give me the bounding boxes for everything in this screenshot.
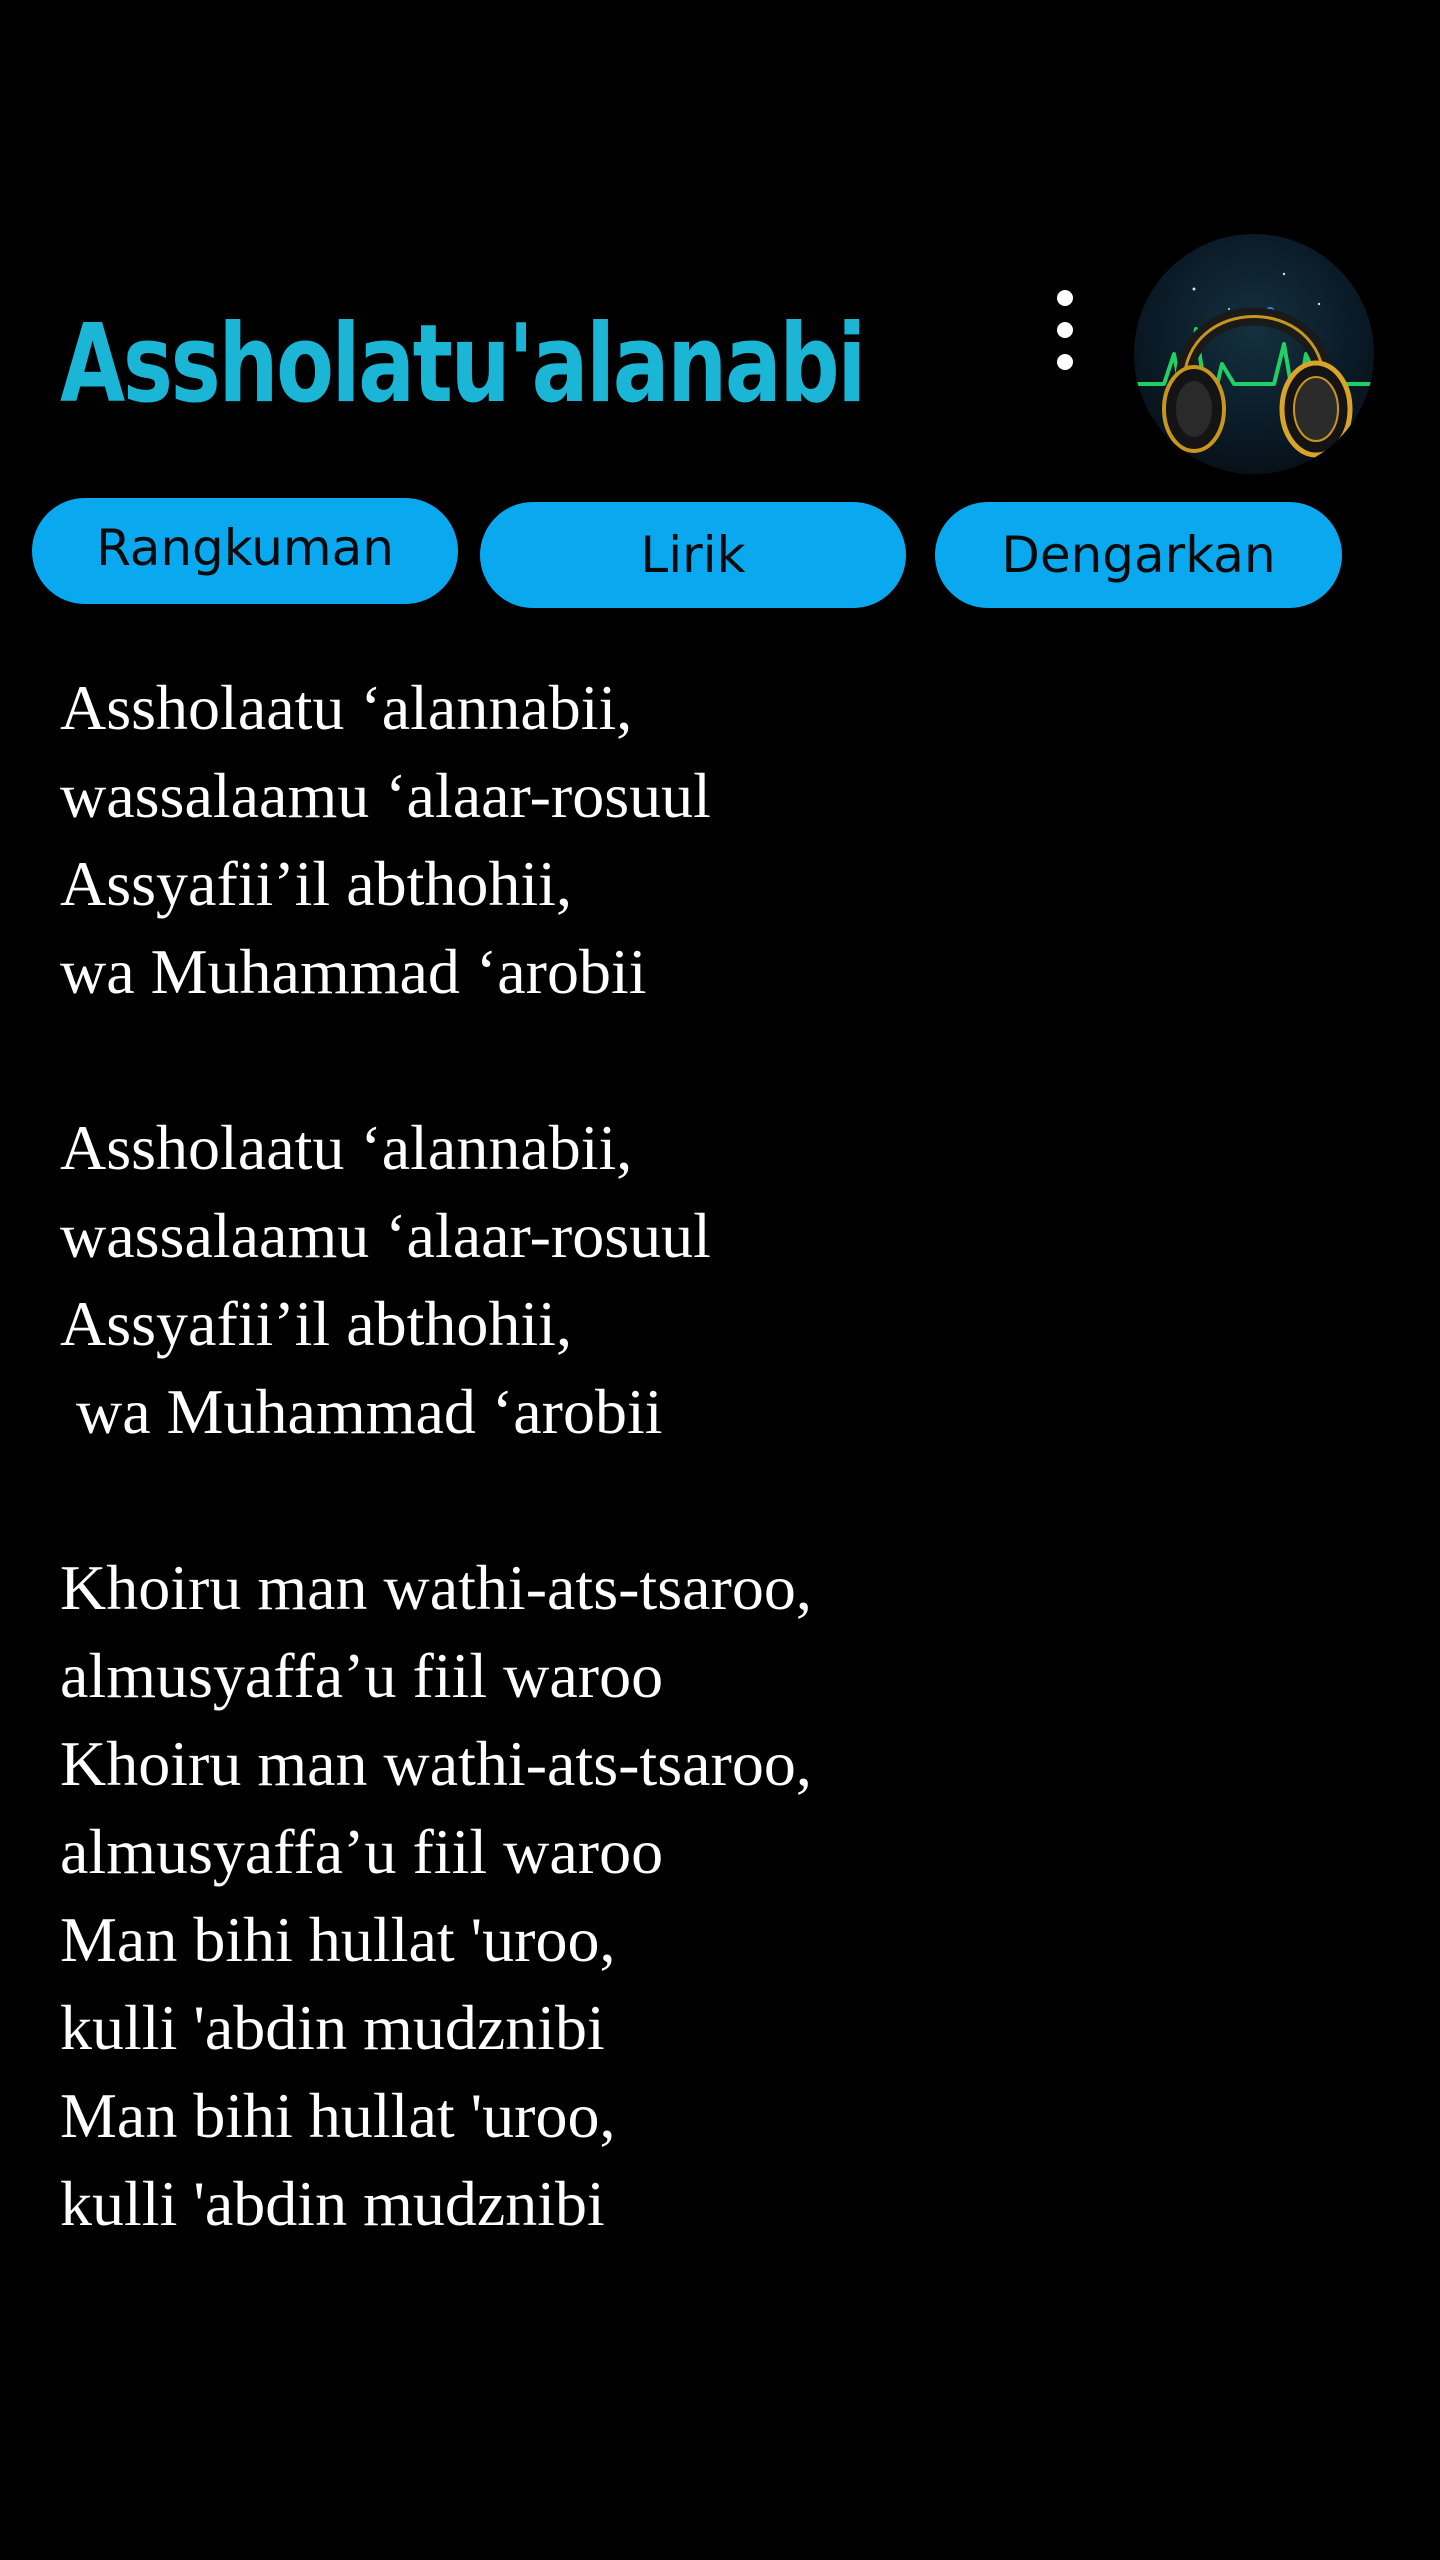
lyric-line: kulli 'abdin mudznibi bbox=[60, 2168, 605, 2239]
app-header: Assholatu'alanabi bbox=[0, 0, 1440, 480]
lyric-line: Assholaatu ‘alannabii, bbox=[60, 672, 633, 743]
lyric-line: Man bihi hullat 'uroo, bbox=[60, 1904, 616, 1975]
lyric-line: Man bihi hullat 'uroo, bbox=[60, 2080, 616, 2151]
more-vertical-icon[interactable] bbox=[1035, 280, 1095, 380]
stanza-gap bbox=[60, 1016, 1380, 1104]
lyric-line: Assholaatu ‘alannabii, bbox=[60, 1112, 633, 1183]
lyric-line: wa Muhammad ‘arobii bbox=[60, 1376, 663, 1447]
headphones-icon bbox=[1134, 234, 1374, 474]
lyric-line: wassalaamu ‘alaar-rosuul bbox=[60, 760, 711, 831]
lyric-line: Khoiru man wathi-ats-tsaroo, bbox=[60, 1728, 812, 1799]
lyric-line: wa Muhammad ‘arobii bbox=[60, 936, 647, 1007]
tab-dengarkan[interactable]: Dengarkan bbox=[935, 502, 1342, 608]
tab-bar: Rangkuman Lirik Dengarkan bbox=[0, 490, 1440, 620]
lyric-line: wassalaamu ‘alaar-rosuul bbox=[60, 1200, 711, 1271]
tab-lirik[interactable]: Lirik bbox=[480, 502, 906, 608]
tab-rangkuman[interactable]: Rangkuman bbox=[32, 498, 458, 604]
lyric-line: kulli 'abdin mudznibi bbox=[60, 1992, 605, 2063]
page-title: Assholatu'alanabi bbox=[60, 302, 866, 427]
lyric-line: Khoiru man wathi-ats-tsaroo, bbox=[60, 1552, 812, 1623]
lyric-line: Assyafii’il abthohii, bbox=[60, 848, 572, 919]
stanza-gap bbox=[60, 1456, 1380, 1544]
lyric-line: almusyaffa’u fiil waroo bbox=[60, 1640, 664, 1711]
lyric-line: almusyaffa’u fiil waroo bbox=[60, 1816, 664, 1887]
lyric-line: Assyafii’il abthohii, bbox=[60, 1288, 572, 1359]
lyrics-text: Assholaatu ‘alannabii, wassalaamu ‘alaar… bbox=[60, 664, 1380, 2248]
